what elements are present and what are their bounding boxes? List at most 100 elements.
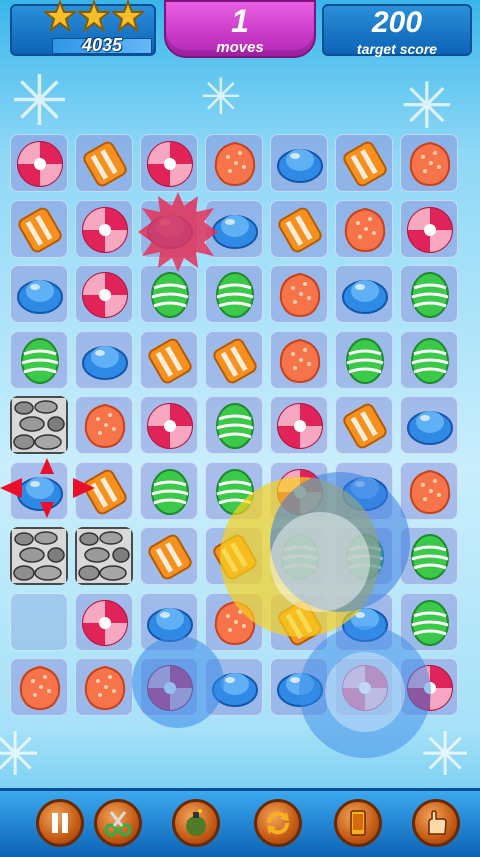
green-striped-candy-icon	[216, 272, 254, 318]
swirl-candy-icon	[407, 665, 453, 711]
board-cell[interactable]	[205, 199, 263, 258]
wrapped-candy-icon	[148, 534, 192, 580]
board-cell[interactable]	[140, 592, 198, 651]
board-cell[interactable]	[270, 396, 328, 454]
gummy-candy-icon	[409, 141, 451, 187]
board-cell[interactable]	[75, 658, 133, 716]
board-cell[interactable]	[205, 461, 263, 520]
board-cell[interactable]	[140, 461, 198, 520]
blue-lollipop-candy-icon	[407, 411, 453, 445]
pause-button[interactable]	[36, 799, 84, 847]
board-cell[interactable]	[400, 199, 458, 258]
board-cell[interactable]	[205, 658, 263, 716]
swirl-candy-icon	[342, 665, 388, 711]
board-cell[interactable]	[10, 330, 68, 389]
blue-lollipop-candy-icon	[147, 607, 193, 642]
board-cell[interactable]	[270, 592, 328, 651]
board-cell[interactable]	[270, 199, 328, 258]
scissors-icon	[104, 811, 132, 837]
board-cell[interactable]	[335, 396, 393, 454]
board-cell[interactable]	[10, 658, 68, 716]
wrapped-candy-icon	[213, 534, 257, 580]
board-cell[interactable]	[75, 265, 133, 323]
board-cell[interactable]	[75, 134, 133, 192]
board-cell[interactable]	[140, 658, 198, 716]
wrapped-candy-icon	[278, 207, 322, 252]
board-cell[interactable]	[205, 396, 263, 454]
swirl-candy-icon	[82, 206, 128, 253]
bomb-button[interactable]	[172, 799, 220, 847]
scissors-button[interactable]	[94, 799, 142, 847]
board-cell[interactable]	[10, 265, 68, 323]
hud-bar: 4035 1 moves 200 target score	[0, 0, 480, 62]
board-cell[interactable]	[10, 461, 68, 520]
board-cell[interactable]	[140, 396, 198, 454]
moves-panel: 1 moves	[164, 0, 316, 58]
board-cell[interactable]	[205, 592, 263, 651]
board-cell[interactable]	[400, 527, 458, 585]
board-cell[interactable]	[335, 527, 393, 585]
board-cell[interactable]	[205, 527, 263, 585]
pause-icon	[52, 813, 68, 833]
board-cell[interactable]	[335, 265, 393, 323]
swirl-candy-icon	[277, 403, 323, 449]
board-cell[interactable]	[400, 658, 458, 716]
board-cell[interactable]	[335, 330, 393, 389]
board-cell[interactable]	[270, 527, 328, 585]
board-cell[interactable]	[140, 199, 198, 258]
board-cell[interactable]	[270, 461, 328, 520]
board-cell[interactable]	[335, 461, 393, 520]
board-cell[interactable]	[400, 134, 458, 192]
board-cell[interactable]	[140, 134, 198, 192]
phone-button[interactable]	[334, 799, 382, 847]
game-board[interactable]	[10, 134, 470, 724]
board-cell[interactable]	[400, 396, 458, 454]
stone-blocker-icon	[12, 398, 66, 452]
board-cell[interactable]	[205, 265, 263, 323]
swirl-candy-icon	[82, 272, 128, 318]
board-cell[interactable]	[75, 396, 133, 454]
board-cell[interactable]	[10, 134, 68, 192]
score-value: 4035	[81, 35, 123, 55]
board-cell[interactable]	[270, 330, 328, 389]
gummy-candy-icon	[279, 272, 321, 318]
frost-flake-decoration: ✳	[420, 720, 471, 790]
board-cell[interactable]	[400, 592, 458, 651]
board-cell[interactable]	[335, 134, 393, 192]
green-striped-candy-icon	[411, 599, 449, 646]
board-cell[interactable]	[335, 199, 393, 258]
board-cell[interactable]	[270, 658, 328, 716]
board-cell[interactable]	[140, 527, 198, 585]
moves-count: 1	[231, 3, 249, 39]
board-cell[interactable]	[335, 658, 393, 716]
gummy-candy-icon	[19, 665, 61, 711]
shuffle-icon	[267, 811, 289, 835]
board-cell[interactable]	[75, 330, 133, 389]
green-striped-candy-icon	[216, 468, 254, 515]
board-cell[interactable]	[205, 330, 263, 389]
gummy-candy-icon	[214, 600, 256, 645]
board-cell[interactable]	[335, 592, 393, 651]
gummy-candy-icon	[84, 403, 126, 449]
board-cell[interactable]	[400, 330, 458, 389]
swirl-candy-icon	[277, 468, 323, 515]
board-cell[interactable]	[400, 461, 458, 520]
board-cell[interactable]	[75, 592, 133, 651]
shuffle-button[interactable]	[254, 799, 302, 847]
board-cell[interactable]	[75, 461, 133, 520]
board-cell[interactable]	[140, 265, 198, 323]
board-cell[interactable]	[400, 265, 458, 323]
green-striped-candy-icon	[411, 272, 449, 318]
board-cell[interactable]	[205, 134, 263, 192]
board-cell[interactable]	[270, 265, 328, 323]
stone-blocker-icon	[77, 529, 131, 583]
hand-button[interactable]	[412, 799, 460, 847]
board-cell[interactable]	[75, 199, 133, 258]
swirl-candy-icon	[17, 141, 63, 187]
board-cell[interactable]	[140, 330, 198, 389]
board-cell[interactable]	[10, 199, 68, 258]
gummy-candy-icon	[409, 469, 451, 514]
frost-flake-decoration: ✳	[400, 70, 454, 144]
board-cell[interactable]	[270, 134, 328, 192]
target-score-label: target score	[356, 41, 438, 57]
